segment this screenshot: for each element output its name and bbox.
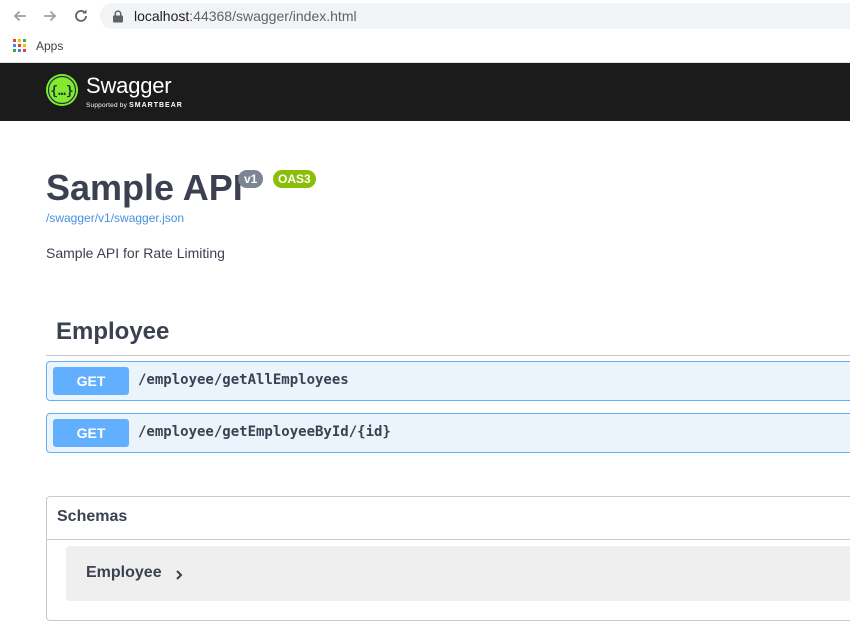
swagger-json-link[interactable]: /swagger/v1/swagger.json (46, 211, 184, 225)
swagger-logo-text[interactable]: Swagger (86, 74, 172, 98)
api-description: Sample API for Rate Limiting (46, 245, 225, 261)
svg-text:{…}: {…} (50, 84, 73, 99)
bookmarks-bar (0, 32, 850, 63)
operation-path[interactable]: /employee/getAllEmployees (138, 372, 349, 388)
chevron-right-icon[interactable] (174, 568, 184, 580)
tag-divider (46, 355, 850, 356)
api-title: Sample API (46, 167, 243, 208)
url-text: localhost:44368/swagger/index.html (134, 8, 357, 24)
model-employee[interactable]: Employee (66, 546, 850, 601)
operation-get-employee-by-id[interactable]: GET /employee/getEmployeeById/{id} (46, 413, 850, 453)
operation-get-all-employees[interactable]: GET /employee/getAllEmployees (46, 361, 850, 401)
reload-icon[interactable] (70, 5, 92, 27)
bookmark-apps-label[interactable]: Apps (36, 39, 63, 53)
swagger-logo-icon[interactable]: {…} (46, 74, 78, 106)
url-host: localhost (134, 8, 190, 24)
back-arrow-icon[interactable] (9, 5, 31, 27)
url-path: :44368/swagger/index.html (189, 8, 357, 24)
operation-path[interactable]: /employee/getEmployeeById/{id} (138, 424, 391, 440)
get-method-badge[interactable]: GET (53, 367, 129, 395)
schemas-title[interactable]: Schemas (57, 508, 127, 526)
get-method-badge[interactable]: GET (53, 419, 129, 447)
schemas-header[interactable]: Schemas (47, 497, 850, 540)
apps-grid-icon[interactable] (13, 39, 26, 52)
model-name[interactable]: Employee (86, 564, 162, 582)
schemas-section: Schemas Employee (46, 496, 850, 621)
oas-badge: OAS3 (273, 170, 316, 188)
logo-sub-prefix: Supported by (86, 102, 128, 109)
tag-employee-title[interactable]: Employee (56, 317, 169, 347)
lock-icon (112, 10, 124, 23)
swagger-logo-subtitle: Supported by SMARTBEAR (86, 102, 183, 109)
browser-toolbar: localhost:44368/swagger/index.html (0, 0, 850, 32)
address-bar[interactable]: localhost:44368/swagger/index.html (100, 3, 850, 29)
forward-arrow-icon[interactable] (39, 5, 61, 27)
logo-sub-brand: SMARTBEAR (129, 102, 183, 109)
version-badge: v1 (238, 170, 264, 188)
